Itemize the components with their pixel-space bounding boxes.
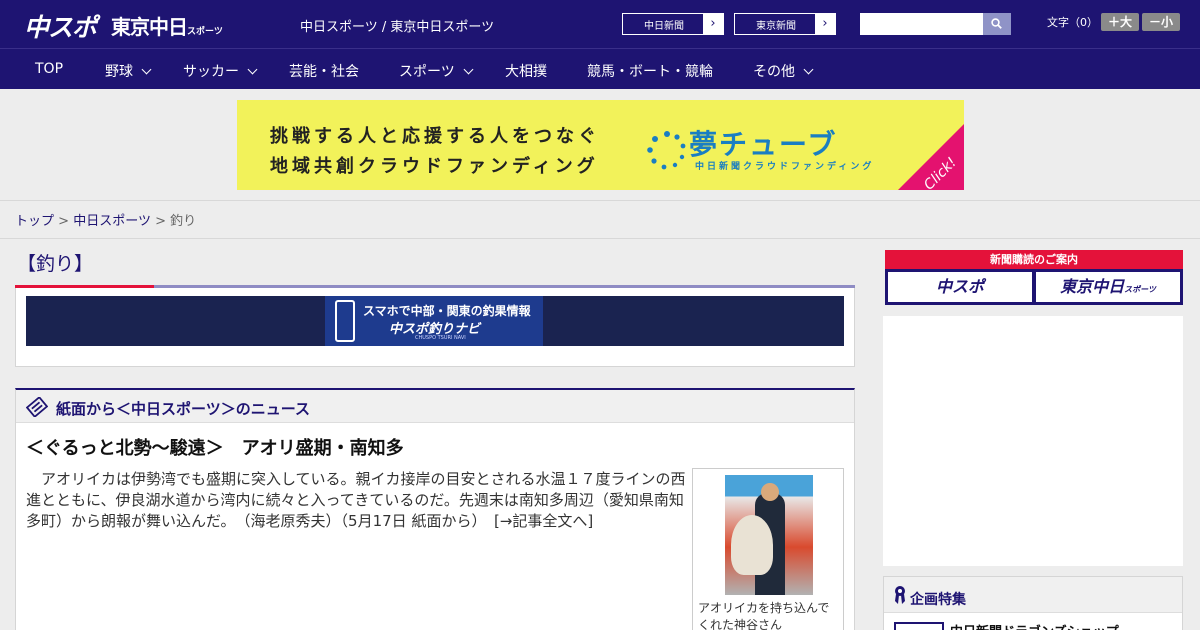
site-links[interactable]: 中日スポーツ / 東京中日スポーツ	[300, 16, 494, 35]
divider	[0, 238, 1200, 239]
chevron-down-icon	[247, 64, 258, 75]
photo-squid	[731, 515, 773, 575]
news-box: 紙面から＜中日スポーツ＞のニュース ＜ぐるっと北勢～駿遠＞ アオリ盛期・南知多 …	[15, 388, 855, 630]
chevron-right-icon: ›	[815, 14, 835, 34]
ribbon-icon	[895, 586, 905, 604]
news-box-header: 紙面から＜中日スポーツ＞のニュース	[16, 390, 854, 423]
tokyo-chunichi-logo[interactable]: 東京中日スポーツ	[111, 11, 223, 40]
font-smaller-button[interactable]: －小	[1142, 13, 1180, 31]
nav-label: 大相撲	[505, 64, 547, 80]
title-rule-accent	[15, 285, 154, 288]
breadcrumb-sep: >	[155, 214, 166, 229]
main-nav: TOP 野球 サッカー 芸能・社会 スポーツ 大相撲 競馬・ボート・競輪 その他	[0, 48, 1200, 89]
nav-label: TOP	[35, 61, 64, 77]
nav-item-sports[interactable]: スポーツ	[399, 61, 474, 81]
navi-banner-line-1: スマホで中部・関東の釣果情報	[363, 304, 531, 318]
read-more-link[interactable]: [→記事全文へ]	[494, 512, 593, 530]
subscribe-tokyo-button[interactable]: 東京中日スポーツ	[1036, 272, 1180, 302]
feature-box: 企画特集 中日新聞ドラゴンズショップ	[883, 576, 1183, 630]
yume-tube-subtitle: 中日新聞クラウドファンディング	[695, 162, 875, 172]
feature-header: 企画特集	[884, 577, 1182, 613]
nav-item-entertainment[interactable]: 芸能・社会	[289, 61, 359, 81]
tokyo-logo-text: 東京中日	[111, 15, 188, 39]
chevron-down-icon	[141, 64, 152, 75]
search-button[interactable]	[983, 13, 1011, 35]
subscribe-tokyo-label: 東京中日	[1060, 277, 1125, 296]
subscribe-tokyo-small: スポーツ	[1124, 285, 1156, 294]
photo-caption: アオリイカを持ち込んでくれた神谷さん	[698, 601, 830, 630]
subscription-title: 新聞購読のご案内	[885, 250, 1183, 269]
chunichi-shimbun-link[interactable]: 中日新聞 ›	[622, 13, 724, 35]
breadcrumb-current: 釣り	[170, 214, 197, 229]
news-section-title: 紙面から＜中日スポーツ＞のニュース	[56, 400, 310, 418]
nav-label: スポーツ	[399, 64, 455, 80]
tsuri-navi-banner[interactable]: スマホで中部・関東の釣果情報 中スポ釣りナビ CHUSPO TSURI NAVI	[325, 296, 543, 346]
yume-tube-logo: 夢チューブ	[689, 128, 838, 161]
photo-head	[761, 483, 779, 501]
ad-slot	[883, 316, 1183, 566]
article-photo-frame: アオリイカを持ち込んでくれた神谷さん	[692, 468, 844, 630]
breadcrumb-section[interactable]: 中日スポーツ	[73, 214, 151, 229]
tokyo-shimbun-label: 東京新聞	[756, 21, 796, 32]
chuspo-logo[interactable]: 中スポ	[24, 8, 97, 44]
breadcrumb-home[interactable]: トップ	[15, 214, 54, 229]
font-bigger-button[interactable]: ＋大	[1101, 13, 1139, 31]
chevron-down-icon	[463, 64, 474, 75]
nav-label: 芸能・社会	[289, 64, 359, 80]
dots-logo-icon	[647, 131, 686, 170]
banner-line-2: 地域共創クラウドファンディング	[270, 156, 599, 177]
article-text: アオリイカは伊勢湾でも盛期に突入している。親イカ接岸の目安とされる水温１７度ライ…	[26, 469, 686, 532]
subscribe-chuspo-button[interactable]: 中スポ	[888, 272, 1032, 302]
article-photo[interactable]	[725, 475, 813, 595]
font-size-label: 文字（0）	[1047, 16, 1098, 29]
chevron-right-icon: ›	[703, 14, 723, 34]
feature-thumbnail[interactable]	[894, 622, 944, 630]
tokyo-logo-small: スポーツ	[187, 27, 223, 37]
nav-item-other[interactable]: その他	[753, 61, 814, 81]
breadcrumb: トップ > 中日スポーツ > 釣り	[15, 210, 196, 229]
feature-title: 企画特集	[910, 592, 966, 608]
newspaper-icon	[26, 397, 48, 417]
tokyo-shimbun-link[interactable]: 東京新聞 ›	[734, 13, 836, 35]
nav-item-keiba[interactable]: 競馬・ボート・競輪	[587, 61, 713, 81]
nav-item-baseball[interactable]: 野球	[105, 61, 152, 81]
yume-tube-banner[interactable]: 挑戦する人と応援する人をつなぐ 地域共創クラウドファンディング 夢チューブ 中日…	[237, 100, 964, 190]
chunichi-shimbun-label: 中日新聞	[644, 21, 684, 32]
nav-label: その他	[753, 64, 795, 80]
nav-label: 競馬・ボート・競輪	[587, 64, 713, 80]
smartphone-icon	[335, 300, 355, 342]
nav-label: 野球	[105, 64, 133, 80]
search-input[interactable]	[860, 13, 983, 35]
page-title: 【釣り】	[17, 253, 94, 275]
nav-item-sumo[interactable]: 大相撲	[505, 61, 547, 81]
nav-item-soccer[interactable]: サッカー	[183, 61, 258, 81]
nav-label: サッカー	[183, 64, 239, 80]
nav-item-top[interactable]: TOP	[35, 61, 63, 77]
chevron-down-icon	[803, 64, 814, 75]
article-title[interactable]: ＜ぐるっと北勢～駿遠＞ アオリ盛期・南知多	[26, 434, 404, 460]
navi-banner-line-3: CHUSPO TSURI NAVI	[415, 335, 466, 341]
search-icon	[991, 18, 1002, 29]
banner-line-1: 挑戦する人と応援する人をつなぐ	[270, 126, 600, 147]
feature-item-link[interactable]: 中日新聞ドラゴンズショップ	[950, 621, 1119, 630]
breadcrumb-sep: >	[58, 214, 70, 229]
top-header: 中スポ 東京中日スポーツ 中日スポーツ / 東京中日スポーツ 中日新聞 › 東京…	[0, 0, 1200, 48]
banner-area: 挑戦する人と応援する人をつなぐ 地域共創クラウドファンディング 夢チューブ 中日…	[0, 89, 1200, 201]
subscription-box: 新聞購読のご案内 中スポ 東京中日スポーツ	[885, 250, 1183, 305]
